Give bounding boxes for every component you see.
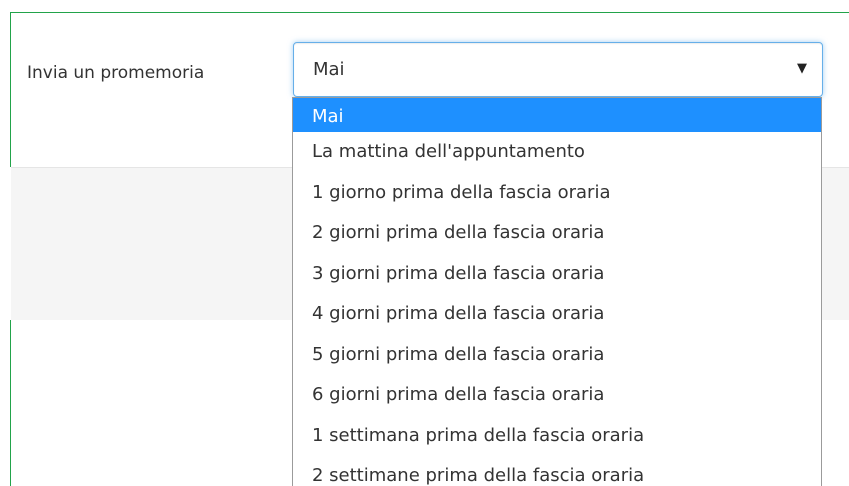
caret-down-icon[interactable]: ▼ bbox=[797, 61, 807, 77]
dropdown-option[interactable]: 1 settimana prima della fascia oraria bbox=[293, 416, 821, 457]
dropdown-option[interactable]: 1 giorno prima della fascia oraria bbox=[293, 173, 821, 214]
dropdown-option[interactable]: La mattina dell'appuntamento bbox=[293, 132, 821, 173]
reminder-label: Invia un promemoria bbox=[27, 63, 205, 83]
reminder-dropdown-list: Mai La mattina dell'appuntamento 1 giorn… bbox=[292, 97, 822, 486]
dropdown-option[interactable]: 5 giorni prima della fascia oraria bbox=[293, 335, 821, 376]
dropdown-option[interactable]: 3 giorni prima della fascia oraria bbox=[293, 254, 821, 295]
dropdown-option[interactable]: 2 settimane prima della fascia oraria bbox=[293, 456, 821, 486]
panel-border bbox=[10, 320, 11, 486]
reminder-select-value: Mai bbox=[313, 59, 345, 80]
dropdown-option[interactable]: 4 giorni prima della fascia oraria bbox=[293, 294, 821, 335]
dropdown-option[interactable]: 2 giorni prima della fascia oraria bbox=[293, 213, 821, 254]
reminder-select[interactable]: Mai ▼ bbox=[293, 42, 823, 97]
dropdown-option-mai[interactable]: Mai bbox=[293, 98, 821, 132]
dropdown-option[interactable]: 6 giorni prima della fascia oraria bbox=[293, 375, 821, 416]
